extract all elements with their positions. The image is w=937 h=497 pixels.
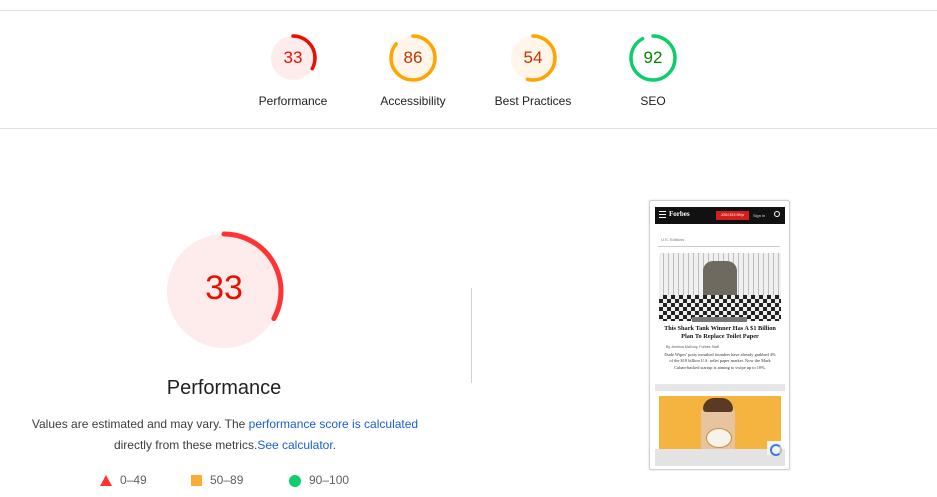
triangle-icon [100,475,112,486]
performance-title: Performance [166,377,282,399]
see-calculator-link[interactable]: See calculator [257,438,332,452]
section-divider [0,128,937,129]
gauge-ring: 54 [508,33,558,83]
gauge-score: 33 [283,48,303,67]
article-headline: This Shark Tank Winner Has A $1 Billion … [664,325,776,340]
performance-description: Values are estimated and may vary. The p… [20,414,430,456]
site-header: Forbes JOIN $19.99/yr Sign in [655,207,785,224]
gauge-score: 86 [403,48,423,67]
site-logo: Forbes [669,210,690,218]
gauge-ring: 33 [268,33,318,83]
legend-range: 90–100 [309,473,350,487]
top-divider [0,10,937,11]
gauge-label: Best Practices [494,94,572,108]
rule [658,246,780,247]
desc-text: . [332,438,337,452]
editions-selector: U.S. Editions [661,237,685,242]
performance-score: 33 [205,269,243,307]
search-icon [774,211,780,217]
photo-hair [703,398,733,412]
legend-range: 50–89 [210,473,244,487]
gauge-score: 54 [523,48,543,67]
gauge-performance[interactable]: 33 Performance [238,33,348,108]
legend-range: 0–49 [120,473,147,487]
square-icon [191,475,202,486]
gauge-ring: 86 [388,33,438,83]
performance-gauge: 33 [163,230,285,352]
second-photo [659,396,781,449]
article-byline: By Jemima McEvoy, Forbes Staff [666,345,719,349]
gauge-ring: 92 [628,33,678,83]
circle-icon [289,475,301,487]
gauge-label: Accessibility [380,94,446,108]
recaptcha-icon [767,441,782,456]
article-summary: Dude Wipes’ potty mouthed founders have … [664,352,776,370]
gauge-accessibility[interactable]: 86 Accessibility [358,33,468,108]
gauge-label: Performance [258,94,328,108]
gauge-seo[interactable]: 92 SEO [598,33,708,108]
desc-text: Values are estimated and may vary. The [31,417,249,431]
gauge-score: 92 [643,48,663,67]
photo-tag [692,317,747,322]
basketball [706,428,732,448]
gauge-label: SEO [640,94,666,108]
sign-in-link: Sign in [753,213,766,218]
final-screenshot: Forbes JOIN $19.99/yr Sign in U.S. Editi… [649,200,790,470]
menu-icon [659,211,666,218]
desc-text: directly from these metrics. [113,438,258,452]
score-gauges: 33 Performance 86 Accessibility 54 Best … [0,33,937,113]
performance-score-link[interactable]: performance score is calculated [249,417,418,431]
article-photo [659,253,781,321]
join-button: JOIN $19.99/yr [716,211,749,220]
separator-band [655,384,785,391]
vertical-divider [471,288,472,383]
footer-band [655,449,785,466]
gauge-best-practices[interactable]: 54 Best Practices [478,33,588,108]
